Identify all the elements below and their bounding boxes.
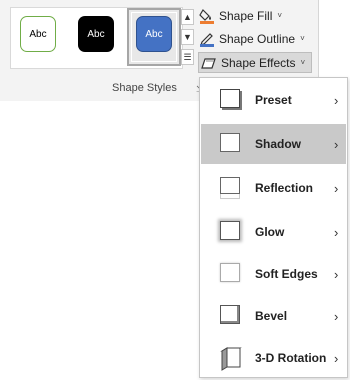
menu-item-bevel[interactable]: Bevel › <box>201 296 346 336</box>
chevron-down-icon: ˅ <box>300 34 305 43</box>
gallery-scroll-up-button[interactable]: ▲ <box>181 9 194 25</box>
menu-item-3d-rotation[interactable]: 3-D Rotation › <box>201 338 346 378</box>
shape-fill-button[interactable]: Shape Fill ˅ <box>199 6 282 25</box>
shape-effects-icon <box>201 55 217 71</box>
chevron-down-icon: ˅ <box>300 58 306 67</box>
shape-outline-label: Shape Outline <box>219 31 296 46</box>
group-label: Shape Styles <box>112 82 177 94</box>
preset-icon <box>219 89 243 111</box>
menu-item-shadow[interactable]: Shadow › <box>201 124 346 164</box>
menu-item-reflection[interactable]: Reflection › <box>201 168 346 208</box>
shape-styles-gallery: Abc Abc Abc <box>10 7 183 69</box>
shape-effects-menu: Preset › Shadow › Reflection › Glow › So… <box>199 77 348 378</box>
paint-bucket-icon <box>199 8 215 24</box>
style-swatch-outline-green[interactable]: Abc <box>20 16 56 52</box>
menu-item-soft-edges[interactable]: Soft Edges › <box>201 254 346 294</box>
shape-effects-label: Shape Effects <box>221 55 296 70</box>
chevron-right-icon: › <box>334 92 339 108</box>
style-swatch-black[interactable]: Abc <box>78 16 114 52</box>
bevel-icon <box>219 305 243 327</box>
chevron-right-icon: › <box>334 266 339 282</box>
glow-icon <box>219 221 243 243</box>
reflection-icon <box>219 177 243 199</box>
chevron-right-icon: › <box>334 136 339 152</box>
shape-effects-button[interactable]: Shape Effects ˅ <box>198 52 313 73</box>
soft-edges-icon <box>219 263 243 285</box>
gallery-scroll-down-button[interactable]: ▼ <box>181 29 194 45</box>
chevron-right-icon: › <box>334 224 339 240</box>
style-swatch-blue[interactable]: Abc <box>136 16 172 52</box>
shape-outline-button[interactable]: Shape Outline ˅ <box>199 29 305 48</box>
3d-rotation-icon <box>219 347 243 371</box>
pencil-icon <box>199 31 215 47</box>
shape-fill-label: Shape Fill <box>219 8 273 23</box>
chevron-right-icon: › <box>334 308 339 324</box>
menu-item-preset[interactable]: Preset › <box>201 80 346 120</box>
gallery-more-button[interactable]: ☰ <box>181 49 194 65</box>
chevron-right-icon: › <box>334 350 339 366</box>
chevron-right-icon: › <box>334 180 339 196</box>
shadow-icon <box>219 133 243 155</box>
menu-item-glow[interactable]: Glow › <box>201 212 346 252</box>
chevron-down-icon: ˅ <box>277 11 283 20</box>
